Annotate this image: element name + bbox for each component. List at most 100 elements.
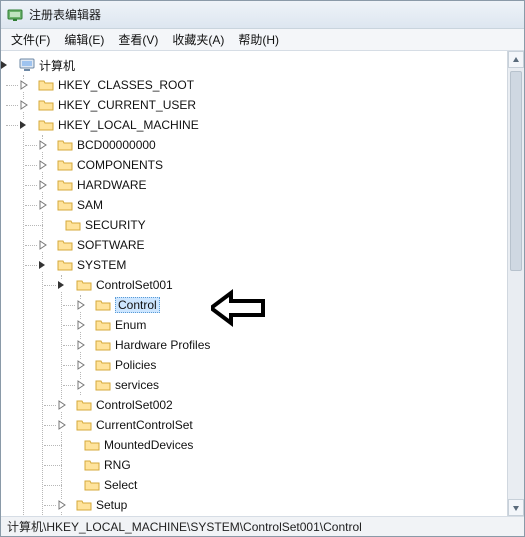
- tree-label: CurrentControlSet: [96, 418, 193, 432]
- tree-label: HARDWARE: [77, 178, 147, 192]
- folder-icon: [57, 257, 73, 273]
- scroll-down-icon[interactable]: [508, 499, 524, 516]
- tree-label: COMPONENTS: [77, 158, 163, 172]
- folder-icon: [65, 217, 81, 233]
- folder-icon: [38, 117, 54, 133]
- tree-label: Policies: [115, 358, 156, 372]
- folder-icon: [38, 97, 54, 113]
- tree-label: 计算机: [39, 57, 75, 74]
- node-controlset001[interactable]: ControlSet001: [62, 275, 507, 295]
- vertical-scrollbar[interactable]: [507, 51, 524, 516]
- expander-expand-icon[interactable]: [75, 359, 87, 371]
- node-services[interactable]: services: [81, 375, 507, 395]
- expander-expand-icon[interactable]: [56, 499, 68, 511]
- expander-expand-icon[interactable]: [75, 319, 87, 331]
- statusbar-path: 计算机\HKEY_LOCAL_MACHINE\SYSTEM\ControlSet…: [7, 518, 362, 535]
- folder-icon: [95, 297, 111, 313]
- window-title: 注册表编辑器: [29, 6, 101, 23]
- computer-icon: [19, 57, 35, 73]
- tree-label: RNG: [104, 458, 131, 472]
- node-mounteddevices[interactable]: MountedDevices: [62, 435, 507, 455]
- expander-expand-icon[interactable]: [18, 79, 30, 91]
- tree-label: services: [115, 378, 159, 392]
- folder-icon: [84, 457, 100, 473]
- expander-expand-icon[interactable]: [75, 339, 87, 351]
- tree-label: BCD00000000: [77, 138, 156, 152]
- node-hklm[interactable]: HKEY_LOCAL_MACHINE: [24, 115, 507, 135]
- folder-icon: [38, 77, 54, 93]
- folder-icon: [95, 317, 111, 333]
- node-sam[interactable]: SAM: [43, 195, 507, 215]
- node-system[interactable]: SYSTEM: [43, 255, 507, 275]
- tree-label: Setup: [96, 498, 127, 512]
- node-components[interactable]: COMPONENTS: [43, 155, 507, 175]
- folder-icon: [84, 437, 100, 453]
- scroll-thumb[interactable]: [510, 71, 522, 271]
- node-hardware[interactable]: HARDWARE: [43, 175, 507, 195]
- tree-label: Enum: [115, 318, 146, 332]
- content-area: 计算机 HKEY_CLASSES_ROOT HKEY_CURRENT_USER …: [1, 51, 524, 516]
- menu-edit[interactable]: 编辑(E): [64, 31, 104, 48]
- folder-icon: [95, 377, 111, 393]
- expander-collapse-icon[interactable]: [1, 59, 11, 71]
- statusbar: 计算机\HKEY_LOCAL_MACHINE\SYSTEM\ControlSet…: [1, 516, 524, 536]
- folder-icon: [95, 337, 111, 353]
- node-enum[interactable]: Enum: [81, 315, 507, 335]
- tree-panel[interactable]: 计算机 HKEY_CLASSES_ROOT HKEY_CURRENT_USER …: [1, 51, 507, 516]
- node-currentcontrolset[interactable]: CurrentControlSet: [62, 415, 507, 435]
- tree-label: Hardware Profiles: [115, 338, 210, 352]
- expander-collapse-icon[interactable]: [18, 119, 30, 131]
- node-policies[interactable]: Policies: [81, 355, 507, 375]
- node-software[interactable]: SOFTWARE: [43, 235, 507, 255]
- tree-label: HKEY_CLASSES_ROOT: [58, 78, 194, 92]
- tree-label-selected: Control: [115, 297, 160, 313]
- menubar: 文件(F) 编辑(E) 查看(V) 收藏夹(A) 帮助(H): [1, 29, 524, 51]
- expander-expand-icon[interactable]: [37, 179, 49, 191]
- node-setup[interactable]: Setup: [62, 495, 507, 515]
- tree-label: Select: [104, 478, 137, 492]
- folder-icon: [76, 397, 92, 413]
- node-bcd[interactable]: BCD00000000: [43, 135, 507, 155]
- app-icon: [7, 7, 23, 23]
- folder-icon: [84, 477, 100, 493]
- expander-expand-icon[interactable]: [37, 159, 49, 171]
- expander-expand-icon[interactable]: [37, 239, 49, 251]
- folder-icon: [76, 417, 92, 433]
- scroll-up-icon[interactable]: [508, 51, 524, 68]
- tree-root-computer[interactable]: 计算机: [5, 55, 507, 75]
- node-controlset002[interactable]: ControlSet002: [62, 395, 507, 415]
- expander-expand-icon[interactable]: [37, 139, 49, 151]
- node-select[interactable]: Select: [62, 475, 507, 495]
- node-hardware-profiles[interactable]: Hardware Profiles: [81, 335, 507, 355]
- tree-label: SOFTWARE: [77, 238, 145, 252]
- node-control[interactable]: Control: [81, 295, 507, 315]
- menu-favorites[interactable]: 收藏夹(A): [172, 31, 224, 48]
- tree-label: SECURITY: [85, 218, 146, 232]
- folder-icon: [57, 197, 73, 213]
- folder-icon: [57, 237, 73, 253]
- folder-icon: [57, 137, 73, 153]
- tree-label: SAM: [77, 198, 103, 212]
- registry-editor-window: 注册表编辑器 文件(F) 编辑(E) 查看(V) 收藏夹(A) 帮助(H) 计算…: [0, 0, 525, 537]
- folder-icon: [95, 357, 111, 373]
- expander-expand-icon[interactable]: [37, 199, 49, 211]
- expander-expand-icon[interactable]: [75, 299, 87, 311]
- node-rng[interactable]: RNG: [62, 455, 507, 475]
- menu-view[interactable]: 查看(V): [118, 31, 158, 48]
- expander-expand-icon[interactable]: [56, 399, 68, 411]
- node-security[interactable]: SECURITY: [43, 215, 507, 235]
- expander-expand-icon[interactable]: [56, 419, 68, 431]
- folder-icon: [76, 277, 92, 293]
- tree-label: ControlSet002: [96, 398, 173, 412]
- tree-label: HKEY_LOCAL_MACHINE: [58, 118, 199, 132]
- menu-file[interactable]: 文件(F): [11, 31, 50, 48]
- menu-help[interactable]: 帮助(H): [238, 31, 279, 48]
- node-hkcu[interactable]: HKEY_CURRENT_USER: [24, 95, 507, 115]
- expander-expand-icon[interactable]: [75, 379, 87, 391]
- expander-expand-icon[interactable]: [18, 99, 30, 111]
- node-hkcr[interactable]: HKEY_CLASSES_ROOT: [24, 75, 507, 95]
- titlebar: 注册表编辑器: [1, 1, 524, 29]
- expander-collapse-icon[interactable]: [56, 279, 68, 291]
- folder-icon: [57, 157, 73, 173]
- expander-collapse-icon[interactable]: [37, 259, 49, 271]
